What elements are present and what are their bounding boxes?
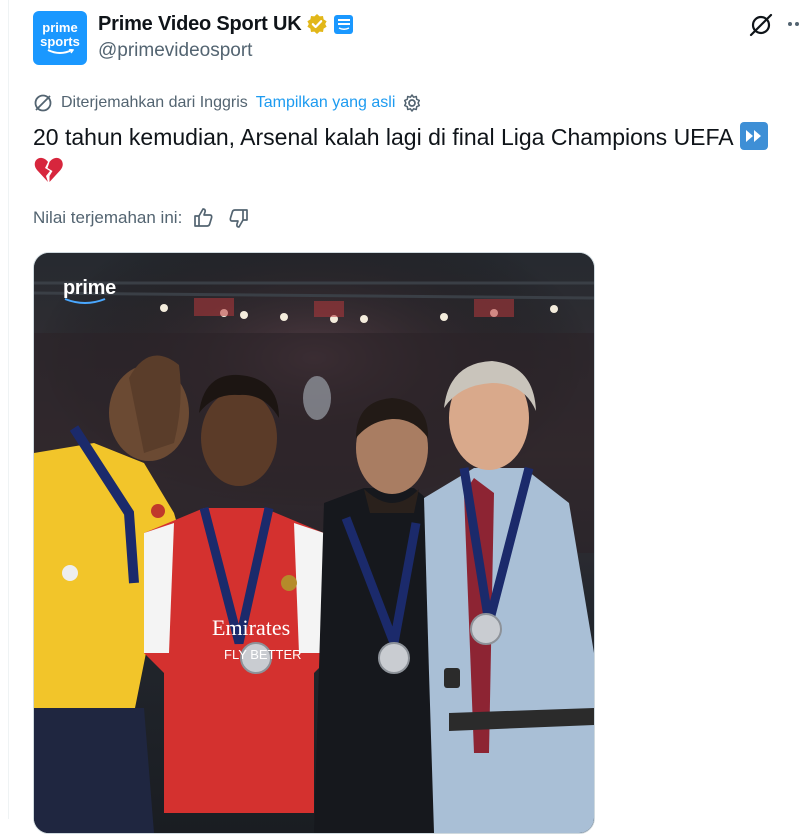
avatar-text-line1: prime	[42, 19, 78, 35]
thumbs-down-icon[interactable]	[228, 207, 250, 229]
grok-icon[interactable]	[746, 12, 776, 38]
tweet-body: 20 tahun kemudian, Arsenal kalah lagi di…	[33, 124, 734, 150]
translation-note: Diterjemahkan dari Inggris	[61, 94, 248, 111]
shirt-sponsor-subtext: FLY BETTER	[224, 647, 302, 662]
translation-banner: Diterjemahkan dari Inggris Tampilkan yan…	[33, 92, 422, 114]
author-handle[interactable]: @primevideosport	[98, 40, 252, 62]
smile-logo-icon	[47, 48, 74, 54]
avatar-text-line2: sports	[40, 33, 80, 49]
prime-watermark: prime	[63, 277, 116, 306]
timeline-border	[8, 0, 9, 819]
more-icon[interactable]	[784, 12, 800, 38]
show-original-link[interactable]: Tampilkan yang asli	[256, 94, 396, 112]
fast-forward-emoji	[739, 122, 768, 150]
display-name[interactable]: Prime Video Sport UK	[98, 13, 302, 36]
translate-icon	[33, 93, 53, 113]
thumbs-up-icon[interactable]	[192, 207, 214, 229]
tweet-media-photo[interactable]: Emirates FLY BETTER prime	[33, 252, 595, 834]
author-name-row: Prime Video Sport UK	[98, 11, 354, 37]
watermark-smile-icon	[64, 298, 106, 304]
avatar[interactable]: prime sports	[33, 11, 87, 65]
rate-label: Nilai terjemahan ini:	[33, 208, 183, 227]
gear-icon[interactable]	[402, 93, 422, 113]
broken-heart-emoji	[34, 157, 63, 182]
players-photo: Emirates FLY BETTER	[34, 253, 594, 833]
watermark-text: prime	[63, 277, 116, 299]
shirt-sponsor-text: Emirates	[212, 615, 290, 640]
tweet-text: 20 tahun kemudian, Arsenal kalah lagi di…	[33, 120, 795, 184]
rate-translation: Nilai terjemahan ini:	[33, 206, 250, 230]
verified-badge-icon[interactable]	[306, 13, 328, 35]
affiliate-badge-icon[interactable]	[334, 14, 354, 34]
